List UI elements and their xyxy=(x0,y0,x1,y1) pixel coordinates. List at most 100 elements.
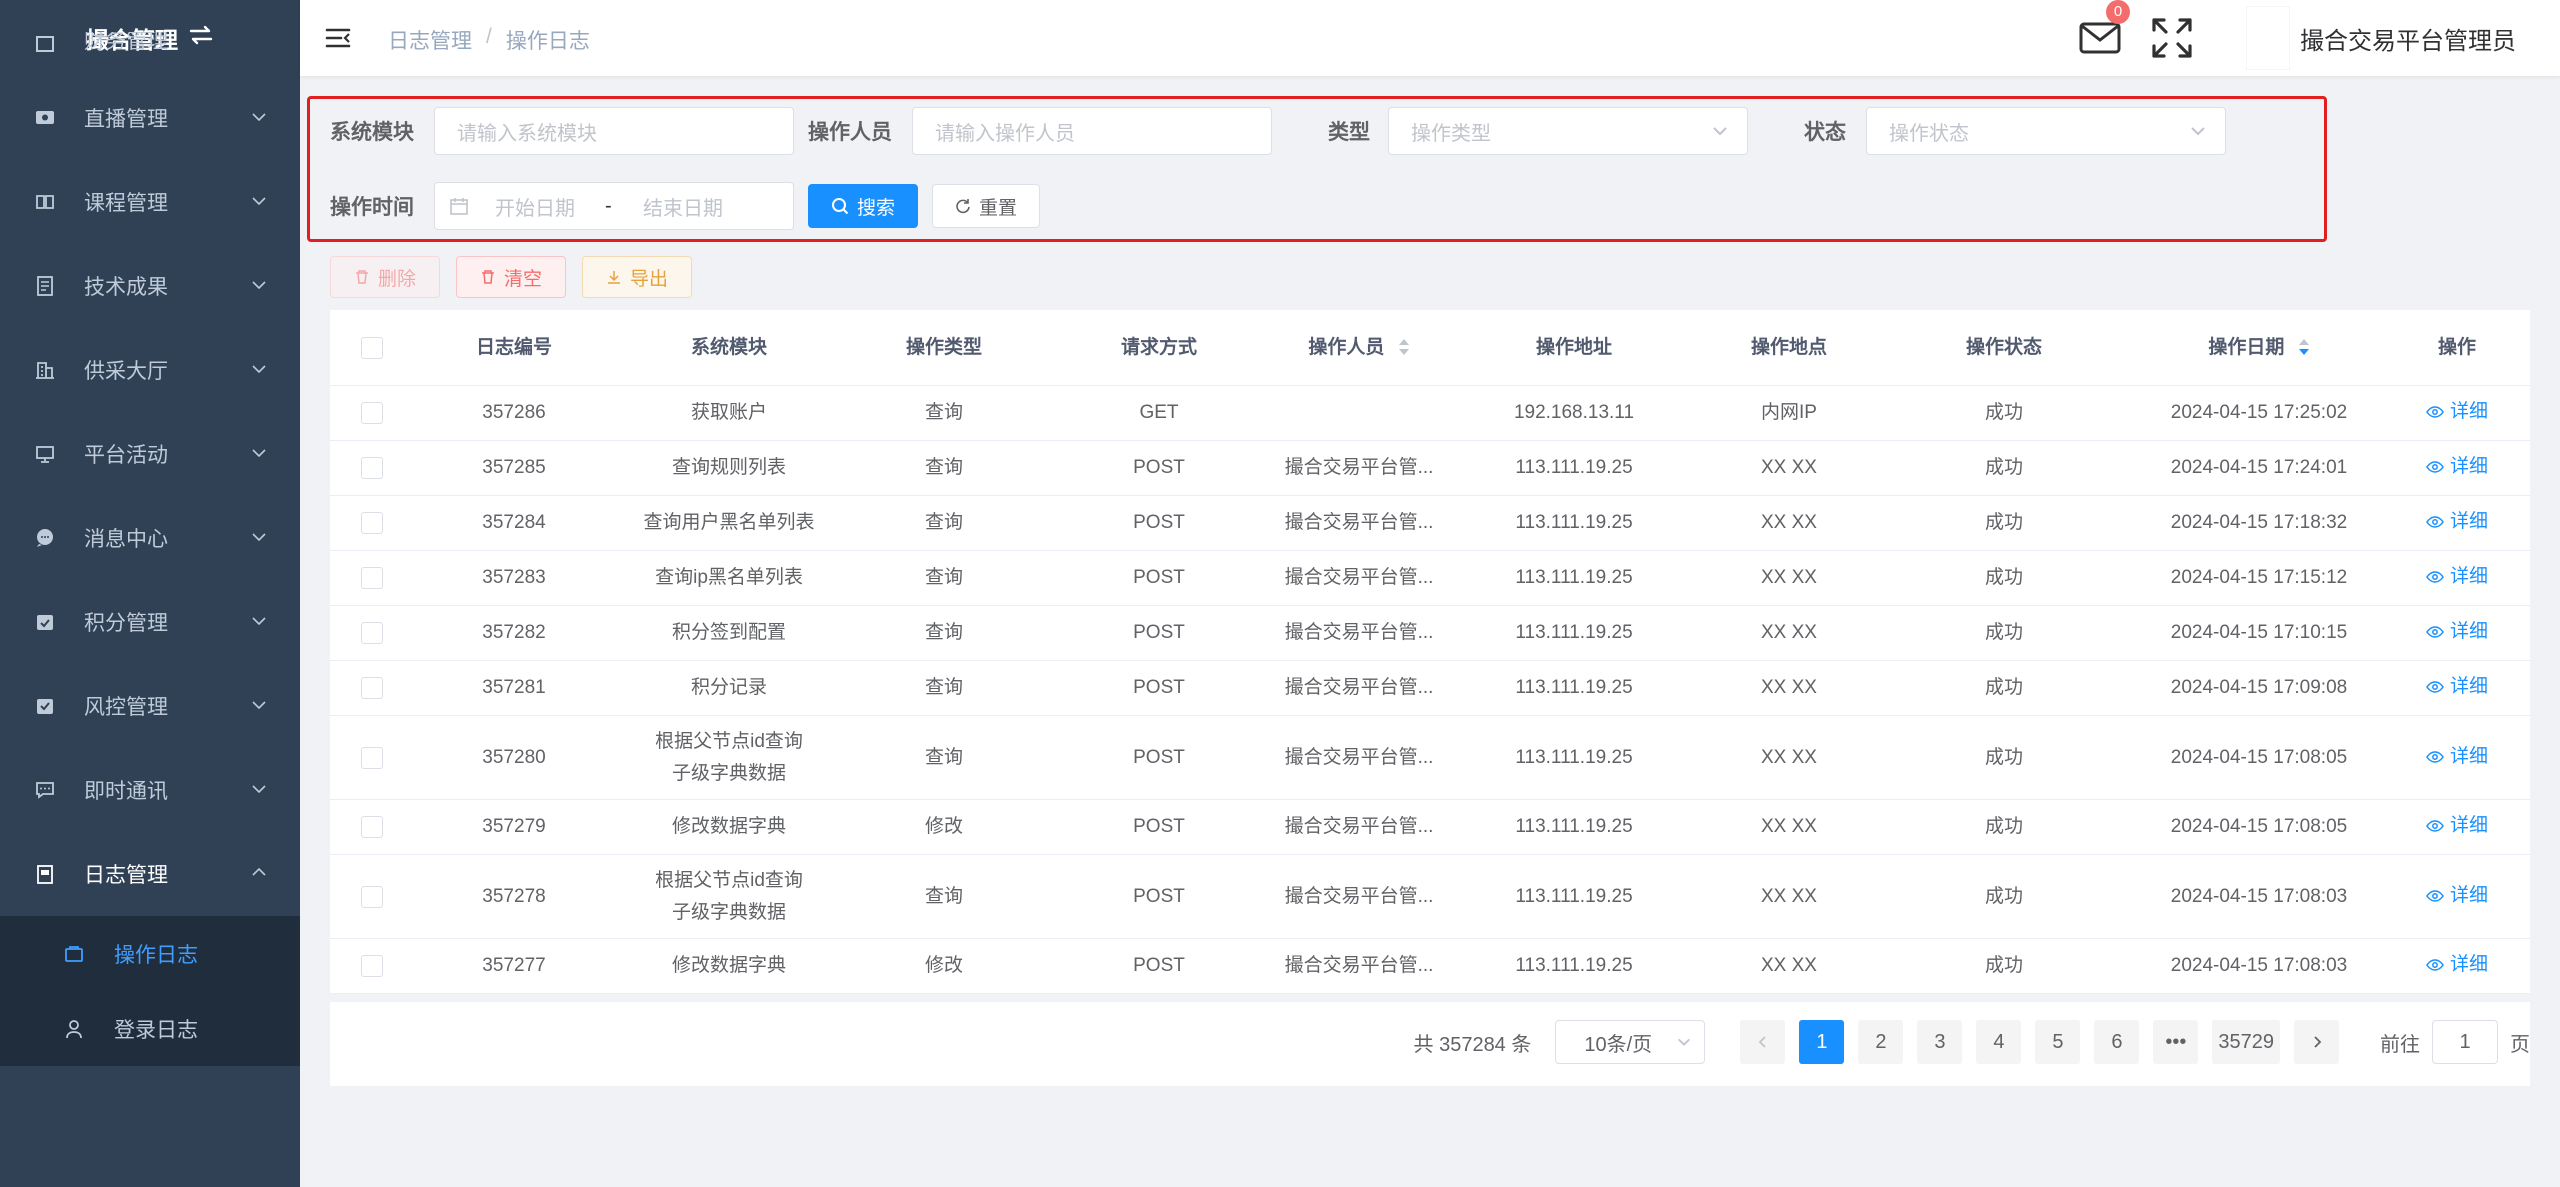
cell-id: 357279 xyxy=(482,816,546,837)
clear-button[interactable]: 清空 xyxy=(456,256,566,298)
row-checkbox[interactable] xyxy=(361,746,383,769)
sidebar-item-book[interactable]: 课程管理 xyxy=(0,160,300,244)
table-row[interactable]: 357278 根据父节点id查询子级字典数据 查询 POST 撮合交易平台管... 113… xyxy=(330,855,2530,939)
page-button[interactable]: 35729 xyxy=(2212,1020,2280,1064)
sidebar-subitem-login-log[interactable]: 登录日志 xyxy=(0,991,300,1066)
cell-location: XX XX xyxy=(1761,567,1817,588)
hamburger-icon[interactable] xyxy=(324,24,352,52)
page-button[interactable]: 6 xyxy=(2094,1020,2140,1064)
sidebar-item-building[interactable]: 供采大厅 xyxy=(0,328,300,412)
sidebar-item-chat[interactable]: 消息中心 xyxy=(0,496,300,580)
fullscreen-icon[interactable] xyxy=(2150,16,2194,60)
type-label: 类型 xyxy=(1328,121,1370,144)
sidebar-item-message[interactable]: 即时通讯 xyxy=(0,748,300,832)
header-operator-cell[interactable]: 操作人员 xyxy=(1274,332,1444,364)
module-input[interactable]: 请输入系统模块 xyxy=(434,107,794,155)
pagination-container: 共 357284 条 10条/页 1 2 3 4 5 6 ••• 35729 前往 1 页 xyxy=(330,1002,2530,1086)
date-separator: - xyxy=(605,194,612,217)
status-select[interactable]: 操作状态 xyxy=(1866,107,2226,155)
detail-link[interactable]: 详细 xyxy=(2426,561,2488,593)
detail-label: 详细 xyxy=(2449,815,2488,836)
page-button[interactable]: 2 xyxy=(1858,1020,1904,1064)
end-date-placeholder[interactable]: 结束日期 xyxy=(643,192,723,221)
reset-button[interactable]: 重置 xyxy=(932,184,1040,228)
header-date-cell[interactable]: 操作日期 xyxy=(2134,332,2384,364)
date-range-picker[interactable]: 开始日期 - 结束日期 xyxy=(434,182,794,230)
cell-module: 修改数据字典 xyxy=(671,955,786,976)
type-select[interactable]: 操作类型 xyxy=(1388,107,1748,155)
sidebar-subitem-operation-log[interactable]: 操作日志 xyxy=(0,916,300,991)
row-checkbox[interactable] xyxy=(361,955,383,977)
sort-desc-icon[interactable] xyxy=(2298,338,2310,356)
table-row[interactable]: 357286 获取账户 查询 GET 192.168.13.11 内网IP 成功 2024-0… xyxy=(330,386,2530,441)
detail-link[interactable]: 详细 xyxy=(2426,880,2488,912)
sidebar-item-live[interactable]: 直播管理 xyxy=(0,76,300,160)
detail-link[interactable]: 详细 xyxy=(2426,741,2488,773)
table-row[interactable]: 357279 修改数据字典 修改 POST 撮合交易平台管... 113.111.19.2… xyxy=(330,800,2530,855)
cell-date: 2024-04-15 17:09:08 xyxy=(2170,677,2348,698)
sidebar-item-log[interactable]: 日志管理 xyxy=(0,832,300,916)
select-all-checkbox[interactable] xyxy=(361,336,383,359)
message-button[interactable]: 0 xyxy=(2078,0,2130,60)
prev-page-button[interactable] xyxy=(1740,1020,1786,1064)
row-checkbox[interactable] xyxy=(361,402,383,424)
sidebar-item-risk[interactable]: 风控管理 xyxy=(0,664,300,748)
row-checkbox[interactable] xyxy=(361,816,383,838)
download-icon xyxy=(606,269,622,285)
page-button[interactable]: 1 xyxy=(1799,1020,1845,1064)
row-checkbox[interactable] xyxy=(361,677,383,699)
row-checkbox[interactable] xyxy=(361,567,383,589)
chevron-down-icon xyxy=(2189,122,2207,146)
chevron-down-icon xyxy=(250,780,268,804)
table-row[interactable]: 357284 查询用户黑名单列表 查询 POST 撮合交易平台管... 113.111.1… xyxy=(330,496,2530,551)
eye-icon xyxy=(2426,405,2444,419)
more-pages-button[interactable]: ••• xyxy=(2153,1020,2199,1064)
sidebar-item-label: 积分管理 xyxy=(84,612,168,635)
export-button[interactable]: 导出 xyxy=(582,256,692,298)
delete-button[interactable]: 删除 xyxy=(330,256,440,298)
sidebar-item-monitor[interactable]: 平台活动 xyxy=(0,412,300,496)
cell-status: 成功 xyxy=(1984,955,2023,976)
username[interactable]: 撮合交易平台管理员 xyxy=(2300,21,2516,56)
row-checkbox-cell xyxy=(330,677,414,699)
detail-link[interactable]: 详细 xyxy=(2426,451,2488,483)
header-type: 操作类型 xyxy=(905,336,982,358)
page-button[interactable]: 4 xyxy=(1976,1020,2022,1064)
row-checkbox[interactable] xyxy=(361,885,383,908)
table-row[interactable]: 357277 修改数据字典 修改 POST 撮合交易平台管... 113.111.19.2… xyxy=(330,939,2530,994)
avatar[interactable] xyxy=(2246,6,2290,70)
start-date-placeholder[interactable]: 开始日期 xyxy=(495,192,605,221)
detail-link[interactable]: 详细 xyxy=(2426,671,2488,703)
cell-action: 详细 xyxy=(2384,949,2530,983)
row-checkbox[interactable] xyxy=(361,622,383,644)
operator-input[interactable]: 请输入操作人员 xyxy=(912,107,1272,155)
sort-icon[interactable] xyxy=(1398,338,1410,356)
page-size-select[interactable]: 10条/页 xyxy=(1555,1020,1706,1064)
detail-link[interactable]: 详细 xyxy=(2426,396,2488,428)
cell-operator: 撮合交易平台管... xyxy=(1284,457,1434,478)
sidebar-item-finance[interactable]: 财务管理 xyxy=(0,32,300,76)
page-button[interactable]: 5 xyxy=(2035,1020,2081,1064)
sidebar-item-document[interactable]: 技术成果 xyxy=(0,244,300,328)
table-row[interactable]: 357281 积分记录 查询 POST 撮合交易平台管... 113.111.19.25 X… xyxy=(330,661,2530,716)
search-button[interactable]: 搜索 xyxy=(808,184,918,228)
page-button[interactable]: 3 xyxy=(1917,1020,1963,1064)
row-checkbox-cell xyxy=(330,622,414,644)
detail-link[interactable]: 详细 xyxy=(2426,949,2488,981)
table-row[interactable]: 357282 积分签到配置 查询 POST 撮合交易平台管... 113.111.19.2… xyxy=(330,606,2530,661)
cell-action: 详细 xyxy=(2384,616,2530,650)
detail-link[interactable]: 详细 xyxy=(2426,810,2488,842)
row-checkbox[interactable] xyxy=(361,512,383,534)
sidebar-item-points[interactable]: 积分管理 xyxy=(0,580,300,664)
goto-page-input[interactable]: 1 xyxy=(2432,1020,2498,1064)
row-checkbox[interactable] xyxy=(361,457,383,479)
cell-action: 详细 xyxy=(2384,506,2530,540)
detail-link[interactable]: 详细 xyxy=(2426,506,2488,538)
detail-link[interactable]: 详细 xyxy=(2426,616,2488,648)
table-row[interactable]: 357283 查询ip黑名单列表 查询 POST 撮合交易平台管... 113.111.1… xyxy=(330,551,2530,606)
breadcrumb-item-log-management[interactable]: 日志管理 xyxy=(388,25,472,55)
table-row[interactable]: 357280 根据父节点id查询子级字典数据 查询 POST 撮合交易平台管... 113… xyxy=(330,716,2530,800)
next-page-button[interactable] xyxy=(2294,1020,2339,1064)
table-row[interactable]: 357285 查询规则列表 查询 POST 撮合交易平台管... 113.111.19.2… xyxy=(330,441,2530,496)
cell-date: 2024-04-15 17:25:02 xyxy=(2170,402,2348,423)
